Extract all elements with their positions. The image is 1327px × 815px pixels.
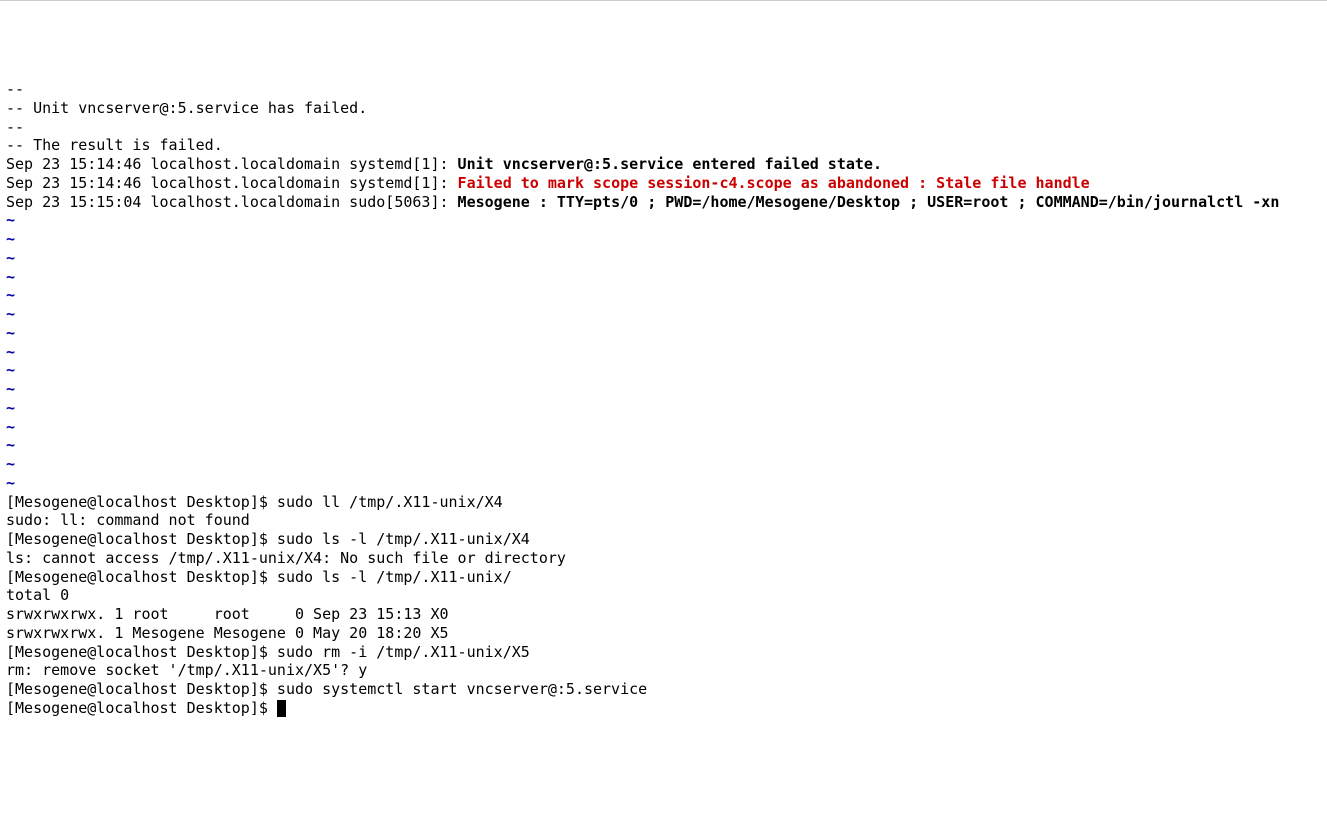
terminal-line: total 0 [6,586,1321,605]
terminal-text-segment: [Mesogene@localhost Desktop]$ sudo rm -i… [6,643,530,661]
terminal-line: [Mesogene@localhost Desktop]$ sudo syste… [6,680,1321,699]
terminal-text-segment: Sep 23 15:14:46 localhost.localdomain sy… [6,174,458,192]
terminal-line: [Mesogene@localhost Desktop]$ sudo ll /t… [6,493,1321,512]
terminal-text-segment: ~ [6,324,15,342]
terminal-line: [Mesogene@localhost Desktop]$ [6,699,1321,718]
terminal-line: [Mesogene@localhost Desktop]$ sudo ls -l… [6,530,1321,549]
terminal-text-segment: Failed to mark scope session-c4.scope as… [458,174,1090,192]
terminal-line: -- The result is failed. [6,136,1321,155]
terminal-text-segment: -- [6,118,24,136]
terminal-text-segment: [Mesogene@localhost Desktop]$ sudo ll /t… [6,493,503,511]
terminal-line: ~ [6,418,1321,437]
terminal-line: Sep 23 15:15:04 localhost.localdomain su… [6,193,1321,212]
terminal-text-segment: Mesogene : TTY=pts/0 ; PWD=/home/Mesogen… [458,193,1280,211]
terminal-line: ~ [6,399,1321,418]
terminal-text-segment: srwxrwxrwx. 1 Mesogene Mesogene 0 May 20… [6,624,449,642]
terminal-text-segment: [Mesogene@localhost Desktop]$ sudo ls -l… [6,530,530,548]
terminal-line: ls: cannot access /tmp/.X11-unix/X4: No … [6,549,1321,568]
terminal-line: ~ [6,268,1321,287]
terminal-line: rm: remove socket '/tmp/.X11-unix/X5'? y [6,661,1321,680]
terminal-line: -- Unit vncserver@:5.service has failed. [6,99,1321,118]
terminal-text-segment: ~ [6,305,15,323]
terminal-line: ~ [6,343,1321,362]
terminal-line: ~ [6,324,1321,343]
terminal-output[interactable]: ---- Unit vncserver@:5.service has faile… [6,80,1321,718]
terminal-text-segment: ~ [6,436,15,454]
terminal-text-segment: ~ [6,268,15,286]
terminal-line: sudo: ll: command not found [6,511,1321,530]
terminal-text-segment: ~ [6,399,15,417]
terminal-text-segment: -- Unit vncserver@:5.service has failed. [6,99,367,117]
terminal-text-segment: ~ [6,380,15,398]
terminal-line: -- [6,118,1321,137]
terminal-text-segment: [Mesogene@localhost Desktop]$ [6,699,277,717]
terminal-text-segment: ~ [6,361,15,379]
terminal-line: ~ [6,249,1321,268]
terminal-text-segment: Sep 23 15:15:04 localhost.localdomain su… [6,193,458,211]
terminal-text-segment: srwxrwxrwx. 1 root root 0 Sep 23 15:13 X… [6,605,449,623]
terminal-line: srwxrwxrwx. 1 Mesogene Mesogene 0 May 20… [6,624,1321,643]
terminal-text-segment: ~ [6,230,15,248]
terminal-text-segment: ~ [6,211,15,229]
terminal-line: srwxrwxrwx. 1 root root 0 Sep 23 15:13 X… [6,605,1321,624]
terminal-line: ~ [6,361,1321,380]
terminal-line: Sep 23 15:14:46 localhost.localdomain sy… [6,174,1321,193]
terminal-text-segment: Sep 23 15:14:46 localhost.localdomain sy… [6,155,458,173]
terminal-text-segment: -- [6,80,24,98]
terminal-line: ~ [6,380,1321,399]
terminal-text-segment: rm: remove socket '/tmp/.X11-unix/X5'? y [6,661,367,679]
terminal-text-segment: ~ [6,418,15,436]
terminal-line: Sep 23 15:14:46 localhost.localdomain sy… [6,155,1321,174]
terminal-text-segment: total 0 [6,586,69,604]
terminal-line: [Mesogene@localhost Desktop]$ sudo rm -i… [6,643,1321,662]
terminal-line: ~ [6,436,1321,455]
terminal-text-segment: sudo: ll: command not found [6,511,250,529]
terminal-text-segment: ~ [6,286,15,304]
terminal-line: ~ [6,211,1321,230]
terminal-text-segment: -- The result is failed. [6,136,223,154]
terminal-line: ~ [6,286,1321,305]
terminal-line: ~ [6,455,1321,474]
terminal-text-segment: [Mesogene@localhost Desktop]$ sudo syste… [6,680,647,698]
terminal-text-segment: ls: cannot access /tmp/.X11-unix/X4: No … [6,549,566,567]
terminal-text-segment: [Mesogene@localhost Desktop]$ sudo ls -l… [6,568,512,586]
terminal-text-segment: ~ [6,474,15,492]
terminal-line: ~ [6,474,1321,493]
terminal-text-segment: ~ [6,343,15,361]
terminal-line: [Mesogene@localhost Desktop]$ sudo ls -l… [6,568,1321,587]
terminal-line: -- [6,80,1321,99]
terminal-text-segment: ~ [6,249,15,267]
terminal-line: ~ [6,305,1321,324]
terminal-cursor [277,700,286,717]
terminal-line: ~ [6,230,1321,249]
terminal-text-segment: Unit vncserver@:5.service entered failed… [458,155,882,173]
terminal-text-segment: ~ [6,455,15,473]
